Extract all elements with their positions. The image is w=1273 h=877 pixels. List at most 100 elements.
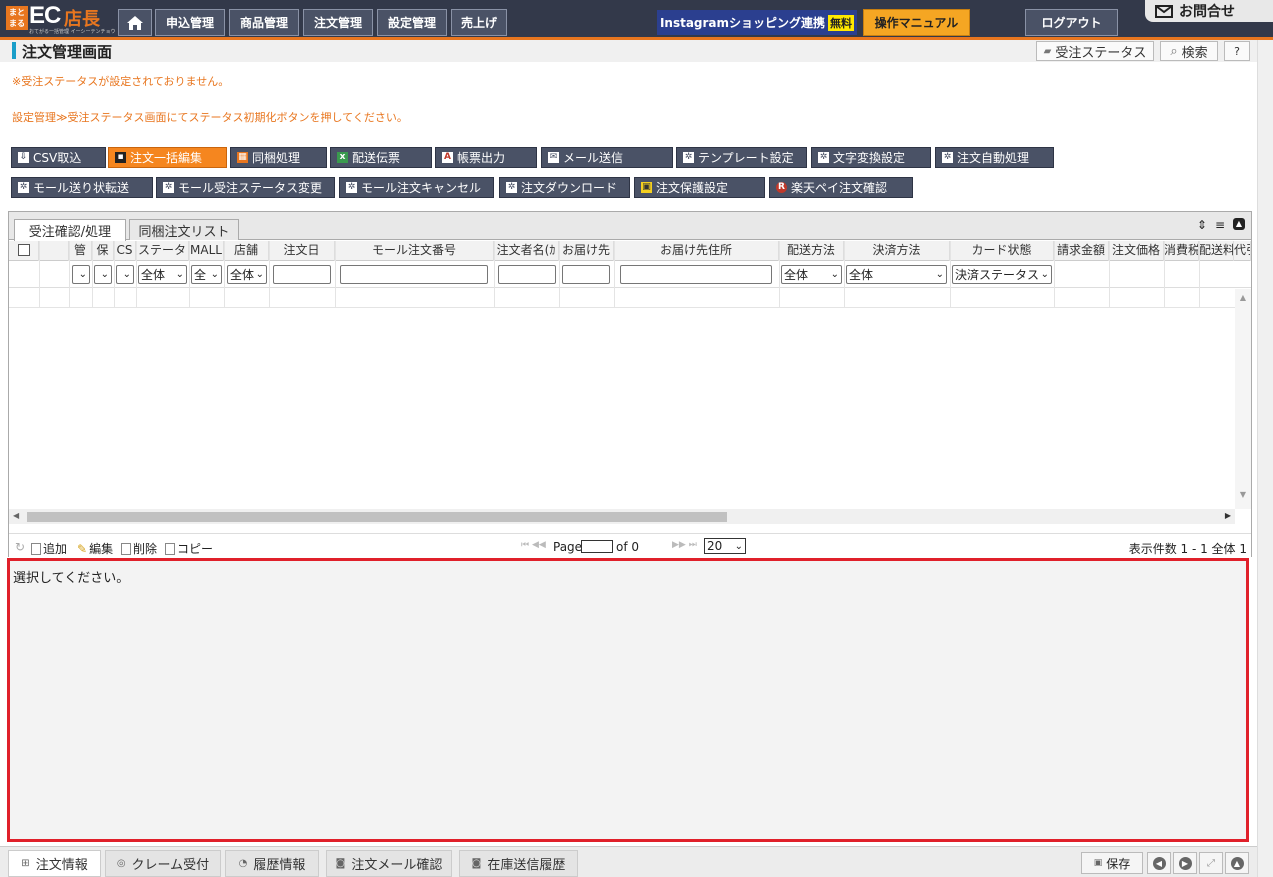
table-row[interactable] [9,289,1251,308]
column-header-order-date[interactable]: 注文日 [269,241,335,261]
shipping-slip-button[interactable]: x 配送伝票 [330,147,432,168]
order-date-filter-input[interactable] [273,265,331,284]
save-button[interactable]: ▣ 保存 [1081,852,1143,874]
instagram-shopping-button[interactable]: Instagramショッピング連携 無料 [657,10,857,35]
cs-filter-select[interactable]: ⌄ [116,265,134,284]
prev-button[interactable]: ◀ [1147,852,1171,874]
scroll-down-icon[interactable]: ▼ [1235,490,1251,499]
column-header-billing-amount[interactable]: 請求金額 [1054,241,1109,261]
column-header-mall[interactable]: MALL [189,241,224,261]
column-header-store[interactable]: 店舗 [224,241,269,261]
column-header-recipient[interactable]: お届け先 [559,241,614,261]
column-header-tax[interactable]: 消費税 [1164,241,1199,261]
form-output-button[interactable]: A 帳票出力 [435,147,537,168]
order-download-button[interactable]: ✲ 注文ダウンロード [499,177,630,198]
mall-cancel-button[interactable]: ✲ モール注文キャンセル [339,177,494,198]
manual-button[interactable]: 操作マニュアル [863,9,970,36]
template-settings-button[interactable]: ✲ テンプレート設定 [676,147,807,168]
logout-button[interactable]: ログアウト [1025,9,1118,36]
column-header-card-status[interactable]: カード状態 [950,241,1054,261]
csv-import-button[interactable]: ⇩ CSV取込 [11,147,106,168]
copy-row-button[interactable]: コピー [165,540,213,557]
edit-row-button[interactable]: ✎ 編集 [77,540,113,557]
nav-settings[interactable]: 設定管理 [377,9,447,36]
nav-products[interactable]: 商品管理 [229,9,299,36]
card-status-filter-select[interactable]: 決済ステータス ⌄ [952,265,1052,284]
mall-order-no-filter-input[interactable] [340,265,488,284]
column-header-recipient-address[interactable]: お届け先住所 [614,241,779,261]
column-header-manage[interactable]: 管 [69,241,92,261]
nav-orders[interactable]: 注文管理 [303,9,373,36]
tab-stock-history[interactable]: ◙ 在庫送信履歴 [459,850,578,877]
delete-row-button[interactable]: 削除 [121,540,157,557]
sort-icon[interactable]: ⇕ [1197,218,1207,232]
tab-order-mail[interactable]: ◙ 注文メール確認 [326,850,452,877]
delivery-filter-select[interactable]: 全体 ⌄ [781,265,842,284]
next-last-page-icon[interactable]: ▶▶ ⏭ [672,540,697,550]
auto-processing-button[interactable]: ✲ 注文自動処理 [935,147,1054,168]
scroll-left-icon[interactable]: ◀ [13,511,19,520]
next-button[interactable]: ▶ [1173,852,1197,874]
tab-bundle-list[interactable]: 同梱注文リスト [129,219,239,240]
column-header-protect[interactable]: 保 [92,241,114,261]
rakuten-pay-button[interactable]: R 楽天ペイ注文確認 [769,177,913,198]
column-header-mall-order-no[interactable]: モール注文番号 [335,241,494,261]
home-button[interactable] [118,9,152,36]
payment-filter-select[interactable]: 全体 ⌄ [846,265,947,284]
store-filter-select[interactable]: 全体 ⌄ [227,265,267,284]
add-row-button[interactable]: 追加 [31,540,67,557]
tab-claim-reception[interactable]: ◎ クレーム受付 [105,850,221,877]
contact-button[interactable]: お問合せ [1145,0,1273,22]
page-input[interactable] [581,540,613,553]
right-scroll-strip[interactable] [1257,40,1273,877]
page-size-select[interactable]: 20 ⌄ [704,538,746,554]
address-filter-input[interactable] [620,265,772,284]
logo-subtitle: おてがる一括管理 イーシーテンチョウ [29,29,116,35]
tab-history[interactable]: ◔ 履歴情報 [225,850,319,877]
column-header[interactable] [39,241,69,261]
horizontal-scrollbar[interactable]: ◀ ▶ [9,509,1235,524]
column-header-delivery-method[interactable]: 配送方法 [779,241,844,261]
expand-button[interactable]: ⤢ [1199,852,1223,874]
tab-order-confirm[interactable]: 受注確認/処理 [14,219,126,241]
column-header-cod[interactable]: 代引 [1234,241,1251,261]
grid-tabs: 受注確認/処理 同梱注文リスト ⇕ ≡ ▲ [9,212,1251,241]
search-button[interactable]: ⌕ 検索 [1160,41,1218,61]
char-conversion-button[interactable]: ✲ 文字変換設定 [811,147,931,168]
select-all-checkbox[interactable] [17,244,30,256]
column-header-shipping-fee[interactable]: 配送料 [1199,241,1234,261]
manage-filter-select[interactable]: ⌄ [72,265,90,284]
order-status-button[interactable]: ▰ 受注ステータス [1036,41,1154,61]
bundle-button[interactable]: ▦ 同梱処理 [230,147,327,168]
recipient-filter-input[interactable] [562,265,610,284]
first-prev-page-icon[interactable]: ⏮ ◀◀ [521,540,546,550]
bulk-edit-button[interactable]: ▪ 注文一括編集 [108,147,227,168]
nav-sales[interactable]: 売上げ [451,9,507,36]
column-header-status[interactable]: ステータ [136,241,189,261]
orderer-name-filter-input[interactable] [498,265,556,284]
column-header-payment-method[interactable]: 決済方法 [844,241,950,261]
collapse-icon[interactable]: ▲ [1233,218,1245,230]
scroll-right-icon[interactable]: ▶ [1225,511,1231,520]
nav-applications[interactable]: 申込管理 [155,9,225,36]
status-filter-select[interactable]: 全体 ⌄ [138,265,187,284]
column-header-order-price[interactable]: 注文価格 [1109,241,1164,261]
scroll-up-icon[interactable]: ▲ [1235,293,1251,302]
mall-filter-select[interactable]: 全 ⌄ [191,265,222,284]
order-protection-button[interactable]: ▣ 注文保護設定 [634,177,765,198]
send-mail-button[interactable]: ✉ メール送信 [541,147,673,168]
horizontal-scroll-thumb[interactable] [27,512,727,522]
collapse-panel-button[interactable]: ▲ [1225,852,1249,874]
protect-filter-select[interactable]: ⌄ [94,265,112,284]
tab-order-info[interactable]: ⊞ 注文情報 [8,850,101,877]
ec-tencho-logo[interactable]: まと まる EC 店長 おてがる一括管理 イーシーテンチョウ [6,2,116,35]
vertical-scrollbar[interactable]: ▲ ▼ [1235,289,1251,509]
column-header-orderer-name[interactable]: 注文者名(ｶ [494,241,559,261]
column-header-cs[interactable]: CS [114,241,136,261]
help-button[interactable]: ? [1224,41,1250,61]
menu-icon[interactable]: ≡ [1215,218,1225,232]
mall-slip-transfer-button[interactable]: ✲ モール送り状転送 [11,177,153,198]
refresh-icon[interactable]: ↻ [15,540,25,554]
mall-status-change-button[interactable]: ✲ モール受注ステータス変更 [156,177,335,198]
gear-icon: ✲ [346,182,357,193]
